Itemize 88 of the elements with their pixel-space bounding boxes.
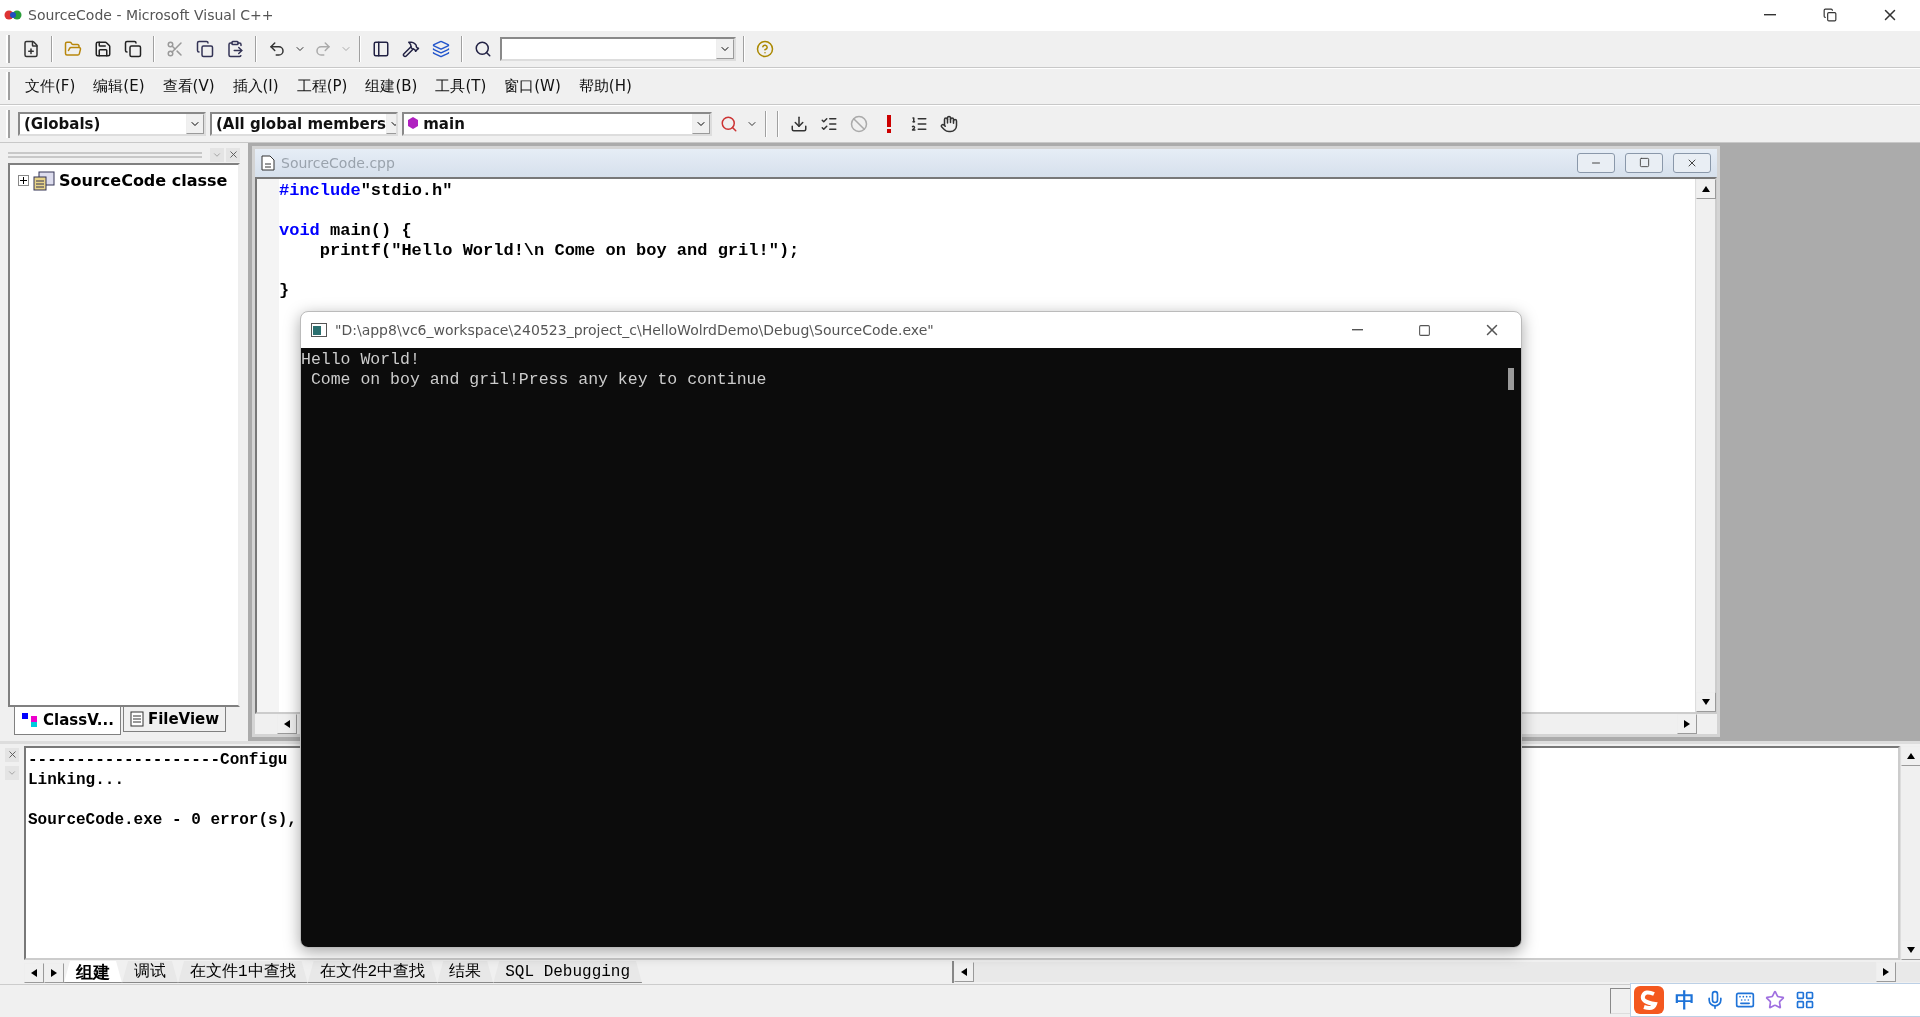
grid-icon	[1795, 990, 1815, 1010]
menu-item[interactable]: 工具(T)	[428, 76, 494, 96]
member-dropdown[interactable]: main	[402, 111, 712, 136]
maximize-button[interactable]	[1625, 152, 1663, 173]
save-icon	[94, 39, 112, 58]
panel-tab[interactable]: FileView	[122, 706, 227, 732]
vertical-scrollbar[interactable]	[1695, 178, 1715, 712]
scroll-left-button[interactable]	[277, 713, 297, 734]
scroll-left-button[interactable]	[24, 963, 44, 984]
help-search-icon	[756, 39, 774, 58]
console-icon	[311, 323, 327, 337]
panel-tab[interactable]: ClassV...	[14, 706, 121, 735]
expand-icon[interactable]	[18, 175, 29, 187]
scroll-right-button[interactable]	[1677, 713, 1697, 734]
scroll-up-button[interactable]	[1696, 178, 1716, 199]
save-all-icon	[124, 39, 142, 58]
output-tab[interactable]: 调试	[122, 961, 178, 984]
document-title: SourceCode.cpp	[281, 154, 396, 171]
maximize-icon	[1418, 323, 1431, 337]
vertical-scrollbar[interactable]	[1900, 745, 1920, 961]
code-line: printf("Hello World!\n Come on boy and gril!");	[318, 240, 801, 261]
output-tab[interactable]: 在文件1中查找	[178, 961, 308, 984]
exclamation-icon	[886, 114, 892, 133]
microphone-icon	[1705, 990, 1725, 1010]
output-line: --------------------Configu	[28, 749, 289, 770]
find-in-files-icon	[474, 39, 492, 58]
menu-item[interactable]: 插入(I)	[225, 76, 286, 96]
filter-dropdown[interactable]: (All global members	[210, 111, 398, 136]
menu-item[interactable]: 编辑(E)	[86, 76, 152, 96]
output-tab[interactable]: 在文件2中查找	[307, 961, 438, 984]
star-icon	[1765, 990, 1785, 1010]
go-icon	[910, 114, 928, 133]
output-line: SourceCode.exe - 0 error(s),	[28, 809, 298, 830]
close-panel-button[interactable]	[226, 147, 240, 162]
new-file-icon	[22, 39, 40, 58]
menu-item[interactable]: 组建(B)	[358, 76, 425, 96]
file-view-icon	[129, 710, 144, 727]
close-panel-button[interactable]	[5, 747, 19, 762]
console-line: Hello World!	[301, 350, 421, 370]
code-line: #include"stdio.h"	[279, 180, 454, 201]
window-title: SourceCode - Microsoft Visual C++	[28, 7, 275, 23]
app-logo-icon	[4, 8, 22, 22]
classes-icon	[33, 170, 55, 191]
code-line: }	[279, 280, 291, 301]
tree-item[interactable]: SourceCode classe	[59, 171, 228, 191]
scrollbar-thumb[interactable]	[1508, 368, 1514, 390]
document-icon	[261, 154, 275, 171]
close-icon	[6, 749, 18, 761]
redo-icon	[314, 39, 332, 58]
menu-item[interactable]: 文件(F)	[18, 76, 83, 96]
stop-build-icon	[850, 114, 868, 133]
compile-icon	[790, 114, 808, 133]
keyboard-icon	[1735, 990, 1755, 1010]
minimize-icon	[1764, 14, 1776, 16]
copy-icon	[196, 39, 214, 58]
workspace-icon	[372, 39, 390, 58]
function-icon	[408, 116, 418, 129]
class-dropdown[interactable]: (Globals)	[18, 111, 206, 136]
output-tab[interactable]: SQL Debugging	[493, 961, 643, 984]
scroll-right-button[interactable]	[44, 963, 64, 984]
console-line: Come on boy and gril!Press any key to continue	[309, 370, 768, 390]
menu-item[interactable]: 工程(P)	[289, 76, 355, 96]
minimize-icon	[1352, 329, 1363, 331]
menu-item[interactable]: 窗口(W)	[497, 76, 568, 96]
close-icon	[227, 149, 239, 161]
scroll-right-button[interactable]	[1876, 962, 1896, 983]
open-icon	[64, 39, 82, 58]
horizontal-scrollbar[interactable]	[954, 962, 1920, 983]
input-mode[interactable]: 中	[1675, 986, 1695, 1014]
code-line: void main() {	[279, 220, 413, 241]
undo-icon	[268, 39, 286, 58]
restore-icon	[1823, 8, 1837, 22]
output-tab[interactable]: 结果	[437, 961, 494, 984]
scroll-down-button[interactable]	[1696, 691, 1716, 712]
paste-icon	[226, 39, 244, 58]
output-tab[interactable]: 组建	[64, 961, 122, 984]
output-icon	[402, 39, 420, 58]
cut-icon	[166, 39, 184, 58]
output-line: Linking...	[28, 769, 125, 790]
menu-item[interactable]: 帮助(H)	[571, 76, 639, 96]
windows-icon	[432, 39, 450, 58]
class-view-icon	[21, 712, 39, 729]
breakpoint-icon	[940, 114, 958, 133]
wizard-actions-icon	[720, 114, 738, 133]
scroll-left-button[interactable]	[954, 962, 974, 983]
menu-item[interactable]: 查看(V)	[155, 76, 222, 96]
maximize-icon	[1638, 157, 1650, 169]
console-title: "D:\app8\vc6_workspace\240523_project_c\HelloWolrdDemo\Debug\SourceCode.exe"	[335, 322, 935, 338]
